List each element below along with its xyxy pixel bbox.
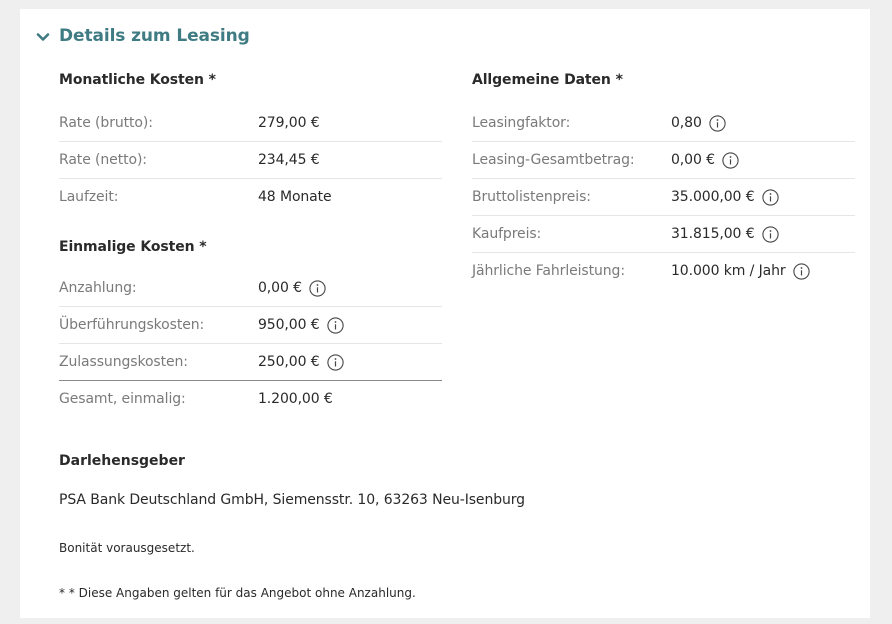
row-value: 31.815,00 € xyxy=(671,225,779,243)
table-row: Anzahlung: 0,00 € xyxy=(59,270,442,307)
row-value: 950,00 € xyxy=(258,316,344,334)
left-column: Monatliche Kosten * Rate (brutto): 279,0… xyxy=(59,69,442,417)
row-value: 279,00 € xyxy=(258,115,320,131)
general-data-title: Allgemeine Daten * xyxy=(472,72,623,88)
value-text: 35.000,00 € xyxy=(671,189,755,205)
value-text: 48 Monate xyxy=(258,189,332,205)
info-icon[interactable] xyxy=(761,188,779,206)
table-row: Laufzeit: 48 Monate xyxy=(59,179,442,215)
general-data-list: Leasingfaktor: 0,80 Leasing-Gesamtbetrag… xyxy=(472,105,855,289)
row-value: 0,00 € xyxy=(671,151,739,169)
value-text: 31.815,00 € xyxy=(671,226,755,242)
section-title: Details zum Leasing xyxy=(59,26,250,46)
right-column: Allgemeine Daten * Leasingfaktor: 0,80 L… xyxy=(472,69,855,289)
row-label: Kaufpreis: xyxy=(472,226,542,242)
table-row: Überführungskosten: 950,00 € xyxy=(59,307,442,344)
chevron-down-icon xyxy=(36,29,50,43)
row-value: 35.000,00 € xyxy=(671,188,779,206)
row-value: 48 Monate xyxy=(258,189,332,205)
value-text: 0,00 € xyxy=(671,152,715,168)
info-icon[interactable] xyxy=(709,114,726,132)
lender-title: Darlehensgeber xyxy=(59,453,185,469)
table-row: Bruttolistenpreis: 35.000,00 € xyxy=(472,179,855,216)
row-label: Leasingfaktor: xyxy=(472,115,571,131)
table-row: Leasingfaktor: 0,80 xyxy=(472,105,855,142)
row-label: Rate (netto): xyxy=(59,152,147,168)
lender-section: Darlehensgeber PSA Bank Deutschland GmbH… xyxy=(59,450,839,508)
row-value: 0,00 € xyxy=(258,279,326,297)
info-icon[interactable] xyxy=(722,151,739,169)
monthly-costs-title: Monatliche Kosten * xyxy=(59,72,216,88)
table-row-total: Gesamt, einmalig: 1.200,00 € xyxy=(59,381,442,417)
row-value: 1.200,00 € xyxy=(258,391,333,407)
value-text: 950,00 € xyxy=(258,317,320,333)
row-label: Bruttolistenpreis: xyxy=(472,189,591,205)
value-text: 0,80 xyxy=(671,115,702,131)
table-row: Zulassungskosten: 250,00 € xyxy=(59,344,442,381)
row-label: Rate (brutto): xyxy=(59,115,153,131)
leasing-details-toggle[interactable]: Details zum Leasing xyxy=(36,26,250,46)
value-text: 10.000 km / Jahr xyxy=(671,263,786,279)
value-text: 1.200,00 € xyxy=(258,391,333,407)
table-row: Leasing-Gesamtbetrag: 0,00 € xyxy=(472,142,855,179)
table-row: Rate (netto): 234,45 € xyxy=(59,142,442,179)
monthly-costs-list: Rate (brutto): 279,00 € Rate (netto): 23… xyxy=(59,105,442,215)
footnote: * * Diese Angaben gelten für das Angebot… xyxy=(59,586,416,600)
table-row: Kaufpreis: 31.815,00 € xyxy=(472,216,855,253)
row-value: 10.000 km / Jahr xyxy=(671,262,810,280)
row-value: 250,00 € xyxy=(258,353,344,371)
info-icon[interactable] xyxy=(326,316,344,334)
leasing-details-panel: Details zum Leasing Monatliche Kosten * … xyxy=(20,9,870,618)
row-label: Gesamt, einmalig: xyxy=(59,391,186,407)
row-label: Zulassungskosten: xyxy=(59,354,188,370)
row-label: Überführungskosten: xyxy=(59,317,205,333)
value-text: 0,00 € xyxy=(258,280,302,296)
value-text: 279,00 € xyxy=(258,115,320,131)
value-text: 234,45 € xyxy=(258,152,320,168)
row-value: 234,45 € xyxy=(258,152,320,168)
credit-note: Bonität vorausgesetzt. xyxy=(59,541,195,555)
row-value: 0,80 xyxy=(671,114,726,132)
row-label: Leasing-Gesamtbetrag: xyxy=(472,152,635,168)
lender-address: PSA Bank Deutschland GmbH, Siemensstr. 1… xyxy=(59,492,525,508)
row-label: Anzahlung: xyxy=(59,280,137,296)
info-icon[interactable] xyxy=(309,279,326,297)
onetime-costs-title: Einmalige Kosten * xyxy=(59,239,207,255)
info-icon[interactable] xyxy=(761,225,779,243)
table-row: Rate (brutto): 279,00 € xyxy=(59,105,442,142)
onetime-costs-list: Anzahlung: 0,00 € Überführungskosten: 95… xyxy=(59,270,442,417)
table-row: Jährliche Fahrleistung: 10.000 km / Jahr xyxy=(472,253,855,289)
info-icon[interactable] xyxy=(326,353,344,371)
row-label: Laufzeit: xyxy=(59,189,119,205)
info-icon[interactable] xyxy=(792,262,810,280)
row-label: Jährliche Fahrleistung: xyxy=(472,263,625,279)
value-text: 250,00 € xyxy=(258,354,320,370)
